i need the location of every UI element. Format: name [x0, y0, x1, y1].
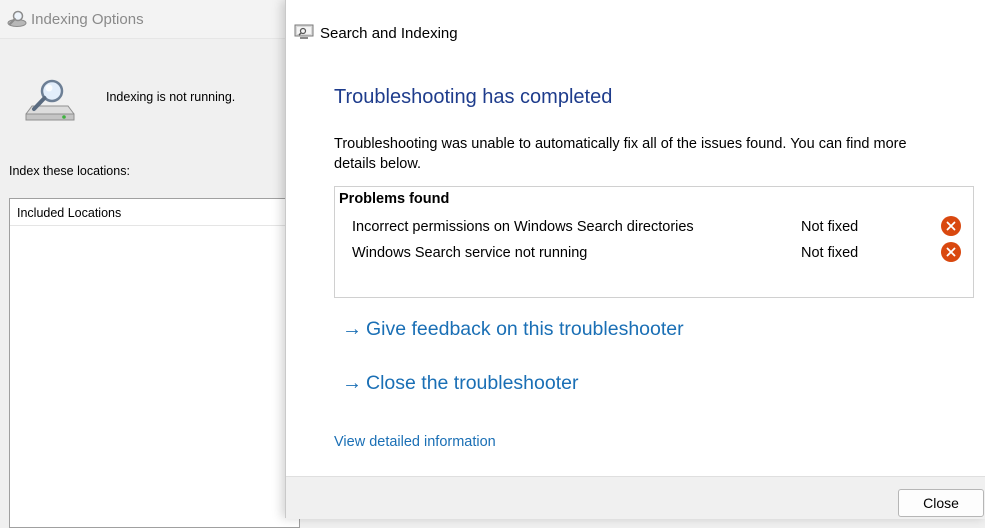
indexing-options-icon: [6, 9, 28, 29]
indexing-options-window: Indexing Options Indexing is not running…: [0, 0, 300, 528]
troubleshooter-window: Search and Indexing Troubleshooting has …: [285, 0, 985, 519]
problem-name: Windows Search service not running: [352, 245, 588, 261]
included-locations-header-label: Included Locations: [17, 206, 122, 220]
arrow-right-icon: →: [342, 318, 362, 340]
troubleshooter-window-icon: [294, 24, 314, 40]
problem-row: Windows Search service not running Not f…: [335, 242, 973, 269]
problem-status: Not fixed: [801, 219, 859, 235]
error-x-icon: [941, 216, 961, 236]
close-troubleshooter-link[interactable]: → Close the troubleshooter: [342, 372, 578, 395]
troubleshooter-title: Search and Indexing: [320, 25, 458, 42]
indexing-options-title: Indexing Options: [31, 11, 144, 28]
view-detailed-information-link[interactable]: View detailed information: [334, 434, 496, 450]
indexing-status-text: Indexing is not running.: [106, 90, 236, 104]
problem-name: Incorrect permissions on Windows Search …: [352, 219, 694, 235]
indexing-magnifier-drive-icon: [22, 76, 78, 124]
index-locations-label: Index these locations:: [9, 164, 130, 178]
included-locations-list[interactable]: Included Locations: [9, 198, 300, 528]
close-troubleshooter-link-label: Close the troubleshooter: [366, 372, 579, 394]
problems-found-title: Problems found: [339, 191, 450, 207]
give-feedback-link-label: Give feedback on this troubleshooter: [366, 318, 684, 340]
troubleshooting-heading: Troubleshooting has completed: [334, 86, 613, 108]
included-locations-column-header[interactable]: Included Locations: [10, 199, 299, 226]
close-button[interactable]: Close: [898, 489, 984, 517]
troubleshooting-description: Troubleshooting was unable to automatica…: [334, 136, 907, 172]
error-x-icon: [941, 242, 961, 262]
indexing-options-titlebar[interactable]: Indexing Options: [0, 0, 300, 39]
arrow-right-icon: →: [342, 372, 362, 394]
dialog-footer: Close: [286, 476, 985, 519]
problems-found-panel: Problems found Incorrect permissions on …: [334, 186, 974, 298]
give-feedback-link[interactable]: → Give feedback on this troubleshooter: [342, 318, 684, 341]
problem-status: Not fixed: [801, 245, 859, 261]
problem-row: Incorrect permissions on Windows Search …: [335, 216, 973, 243]
